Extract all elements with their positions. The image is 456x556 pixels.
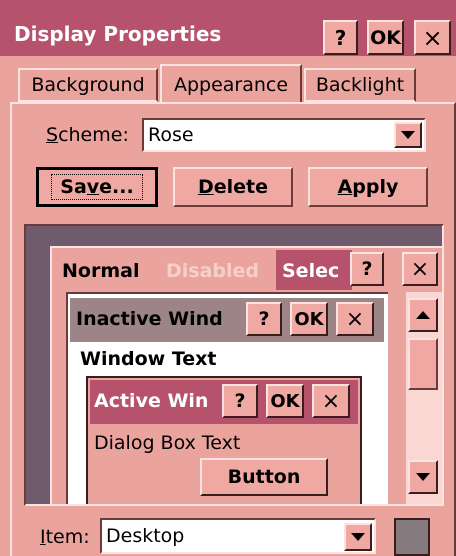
preview-inactive-title-bar: Inactive Wind ? OK ×: [70, 298, 384, 342]
chevron-down-icon: [401, 131, 415, 139]
close-icon: ×: [422, 23, 443, 52]
scheme-label: Scheme:: [46, 124, 129, 146]
preview-inactive-help: ?: [246, 302, 282, 336]
preview-scroll-thumb: [408, 338, 438, 390]
scheme-dropdown-arrow[interactable]: [394, 122, 422, 148]
preview-inactive-close: ×: [336, 302, 374, 336]
tab-appearance-label: Appearance: [173, 74, 289, 96]
preview-dialog-text: Dialog Box Text: [94, 432, 241, 454]
preview-active-title: Active Win: [94, 390, 209, 412]
item-value: Desktop: [106, 525, 185, 547]
window-title: Display Properties: [14, 22, 222, 46]
preview-help-button: ?: [350, 252, 384, 286]
preview-scroll-up: [408, 298, 438, 332]
tab-appearance[interactable]: Appearance: [160, 64, 302, 104]
title-bar: Display Properties ? OK ×: [0, 0, 456, 58]
tab-background-label: Background: [31, 74, 145, 96]
chevron-down-icon: [351, 533, 365, 541]
preview-active-dialog: Active Win ? OK × Dialog Box Text Button: [86, 376, 362, 504]
preview-window-text: Window Text: [80, 348, 217, 370]
preview-scroll-down: [408, 460, 438, 494]
save-label: Save...: [51, 174, 143, 200]
tab-backlight-label: Backlight: [315, 74, 405, 96]
preview-inactive-ok: OK: [290, 302, 328, 336]
scheme-preview: Normal Disabled Selec ? × Inactive Wind …: [24, 224, 444, 506]
tab-backlight[interactable]: Backlight: [304, 68, 416, 102]
close-button[interactable]: ×: [414, 20, 451, 55]
preview-menu-bar: Normal Disabled Selec ? ×: [52, 248, 442, 292]
help-label: ?: [334, 25, 347, 50]
help-button[interactable]: ?: [323, 20, 358, 55]
preview-active-ok: OK: [266, 384, 304, 418]
save-button[interactable]: Save...: [36, 167, 158, 207]
preview-menu-disabled: Disabled: [166, 260, 260, 282]
preview-inactive-title: Inactive Wind: [76, 308, 223, 330]
preview-menu-selected: Selec: [282, 260, 340, 282]
apply-button[interactable]: Apply: [308, 167, 428, 207]
chevron-down-icon: [416, 473, 430, 481]
preview-active-title-bar: Active Win ? OK ×: [90, 380, 358, 424]
preview-button: Button: [200, 458, 328, 496]
chevron-up-icon: [416, 311, 430, 319]
scheme-value: Rose: [148, 124, 194, 146]
item-color-swatch[interactable]: [394, 518, 430, 556]
delete-button[interactable]: Delete: [173, 167, 293, 207]
ok-label: OK: [370, 26, 401, 49]
tab-background[interactable]: Background: [18, 68, 158, 102]
preview-close-button: ×: [402, 252, 438, 286]
preview-menu-normal: Normal: [62, 260, 140, 282]
ok-button[interactable]: OK: [367, 20, 404, 55]
preview-active-close: ×: [312, 384, 350, 418]
item-dropdown[interactable]: Desktop: [100, 518, 376, 554]
preview-active-help: ?: [222, 384, 258, 418]
preview-outer-window: Normal Disabled Selec ? × Inactive Wind …: [50, 246, 442, 504]
item-label: Item:: [40, 526, 90, 548]
scheme-dropdown[interactable]: Rose: [142, 118, 426, 152]
item-dropdown-arrow[interactable]: [344, 523, 372, 551]
preview-scrollbar: [406, 292, 442, 504]
